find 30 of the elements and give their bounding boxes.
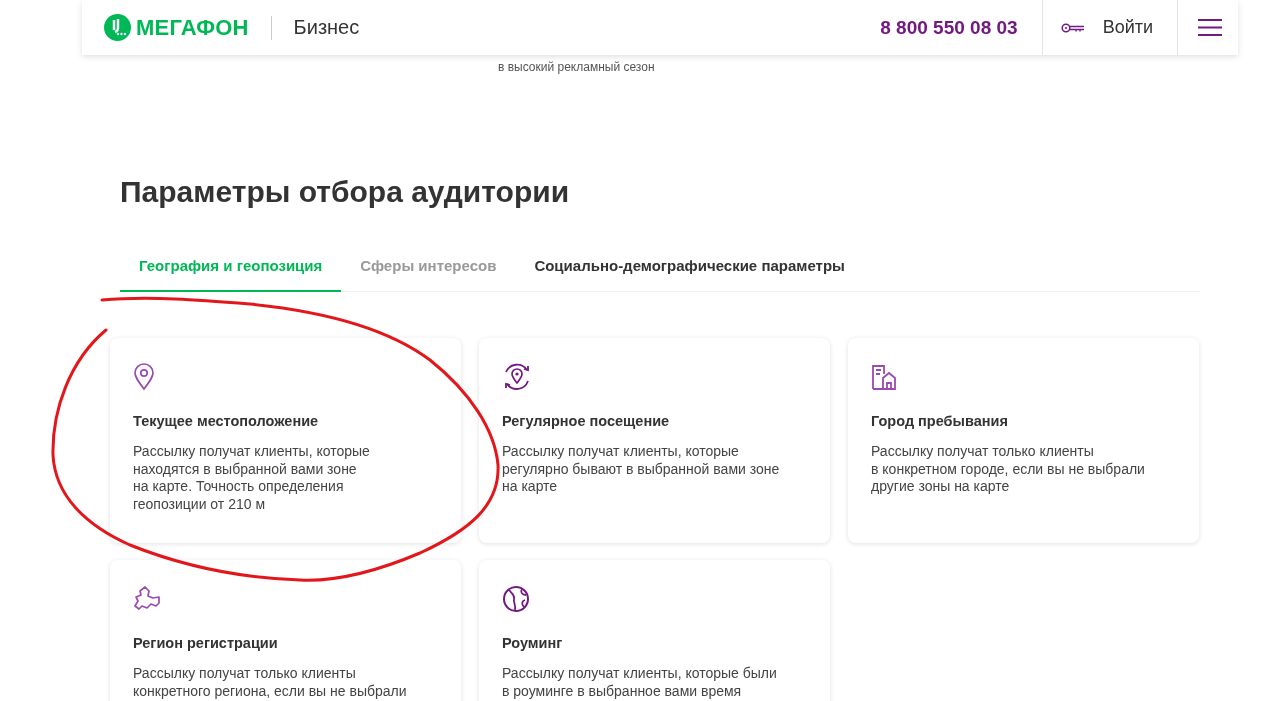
card-title: Город пребывания (871, 413, 1008, 429)
card-title: Регулярное посещение (502, 413, 670, 429)
partial-text: в высокий рекламный сезон (498, 60, 655, 74)
card-description: Рассылку получат клиенты, которые находятся в выбранной вами зоне на карте. Точность определения геопозиции от 210 м (133, 443, 370, 513)
option-card[interactable]: Регулярное посещение Рассылку получат клиенты, которые регулярно бывают в выбранной вами зоне на карте (479, 338, 830, 543)
building-icon (871, 363, 897, 391)
card-title: Текущее местоположение (133, 413, 319, 429)
card-description: Рассылку получат клиенты, которые были в роуминге в выбранное вами время (502, 665, 777, 700)
login-button[interactable]: Войти (1041, 0, 1178, 55)
region-shape-icon (133, 585, 161, 613)
card-title: Роуминг (502, 635, 563, 651)
option-card[interactable]: Роуминг Рассылку получат клиенты, которые были в роуминге в выбранное вами время (479, 560, 830, 701)
card-description: Рассылку получат только клиенты в конкретном городе, если вы не выбрали другие зоны на карте (871, 443, 1145, 496)
filter-tab[interactable]: Социально-демографические параметры (515, 257, 864, 292)
option-card[interactable]: Регион регистрации Рассылку получат только клиенты конкретного региона, если вы не выбрали (110, 560, 461, 701)
menu-icon (1198, 19, 1222, 36)
option-card[interactable]: Город пребывания Рассылку получат только клиенты в конкретном городе, если вы не выбрали другие зоны на карте (848, 338, 1199, 543)
menu-button[interactable] (1178, 0, 1238, 55)
card-title: Регион регистрации (133, 635, 278, 651)
globe-icon (502, 585, 530, 613)
option-card[interactable]: Текущее местоположение Рассылку получат клиенты, которые находятся в выбранной вами зоне на карте. Точность определения геопозиции от 210 м (110, 338, 461, 543)
card-description: Рассылку получат клиенты, которые регулярно бывают в выбранной вами зоне на карте (502, 443, 780, 496)
phone-link[interactable]: 8 800 550 08 03 (880, 16, 1042, 39)
card-description: Рассылку получат только клиенты конкретного региона, если вы не выбрали (133, 665, 407, 700)
section-label: Бизнес (293, 16, 360, 39)
key-icon (1060, 22, 1085, 33)
logo-icon (104, 14, 131, 41)
section-title: Параметры отбора аудитории (120, 175, 571, 209)
location-pin-icon (133, 363, 155, 391)
rotating-pin-icon (502, 363, 532, 391)
